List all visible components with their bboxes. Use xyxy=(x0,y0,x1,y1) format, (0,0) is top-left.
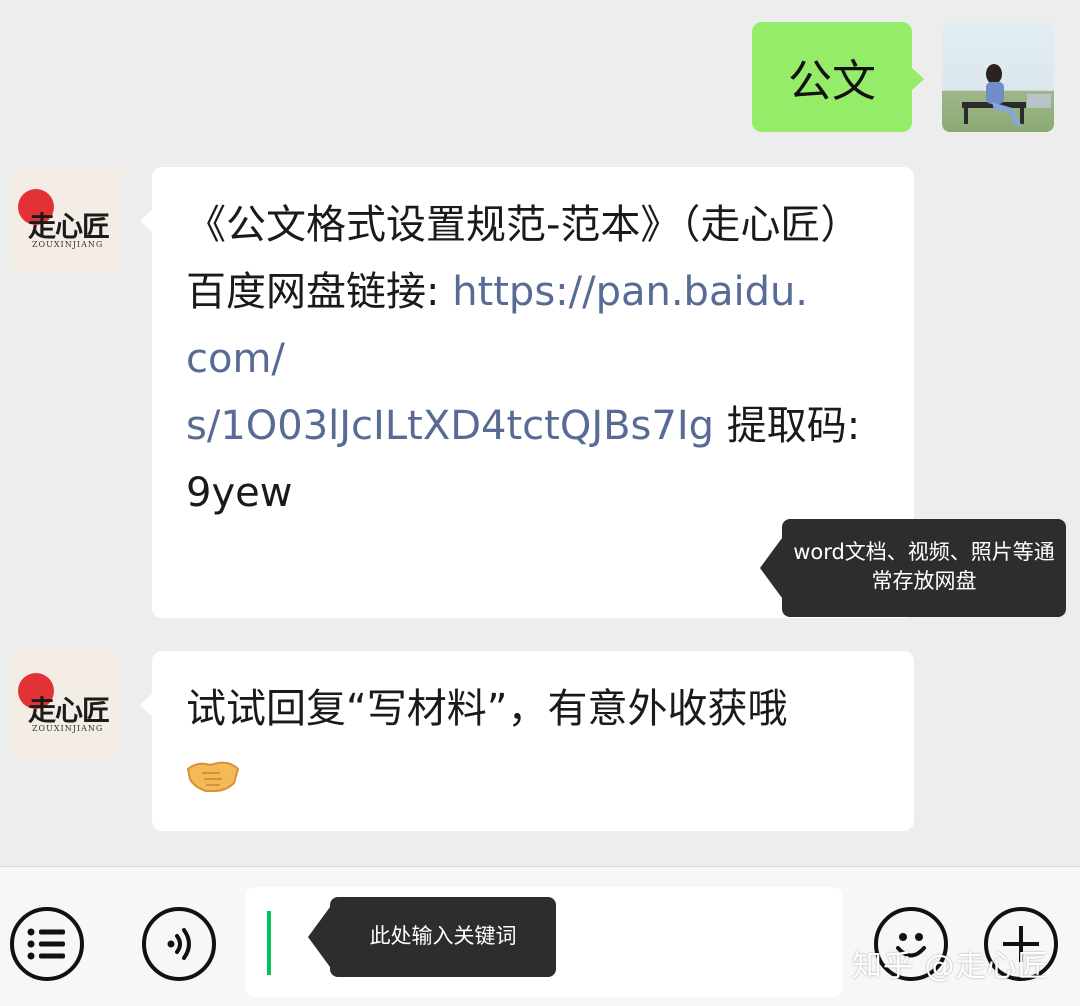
bot-avatar-brand-sub: ZOUXINJIANG xyxy=(32,724,104,733)
handshake-emoji-icon xyxy=(186,749,240,792)
chat-area: 公文 走心匠 ZOUXINJIANG 《公文格式设置规范-范本》（走心匠） 百度… xyxy=(0,0,1080,866)
extract-code-label: 提取码: xyxy=(714,403,861,449)
link-label: 百度网盘链接: xyxy=(186,269,453,315)
extract-code: 9yew xyxy=(186,470,293,516)
outgoing-message-text: 公文 xyxy=(788,56,876,107)
user-avatar[interactable] xyxy=(942,22,1054,132)
annotation-tooltip-text: word文档、视频、照片等通常存放网盘 xyxy=(793,540,1055,593)
outgoing-message-bubble[interactable]: 公文 xyxy=(752,22,924,132)
annotation-tooltip: word文档、视频、照片等通常存放网盘 xyxy=(782,519,1066,617)
input-hint-tooltip: 此处输入关键词 xyxy=(330,897,556,977)
incoming-message-bubble[interactable]: 试试回复“写材料”，有意外收获哦 xyxy=(140,651,914,831)
bot-avatar-brand-sub: ZOUXINJIANG xyxy=(32,240,104,249)
message-title: 《公文格式设置规范-范本》（走心匠） xyxy=(186,202,861,248)
text-caret xyxy=(267,911,271,975)
message-text: 试试回复“写材料”，有意外收获哦 xyxy=(186,686,788,732)
watermark: 知乎 @走心匠 xyxy=(852,949,1049,984)
bot-avatar[interactable]: 走心匠 ZOUXINJIANG xyxy=(12,167,122,275)
user-photo-icon xyxy=(962,64,1051,126)
input-hint-tooltip-text: 此处输入关键词 xyxy=(369,924,517,948)
bot-avatar[interactable]: 走心匠 ZOUXINJIANG xyxy=(12,651,122,759)
bot-avatar-brand: 走心匠 xyxy=(28,210,110,243)
menu-list-icon xyxy=(27,928,65,960)
bot-avatar-brand: 走心匠 xyxy=(28,694,110,727)
voice-icon xyxy=(167,928,191,960)
voice-button[interactable] xyxy=(142,907,216,981)
menu-button[interactable] xyxy=(10,907,84,981)
